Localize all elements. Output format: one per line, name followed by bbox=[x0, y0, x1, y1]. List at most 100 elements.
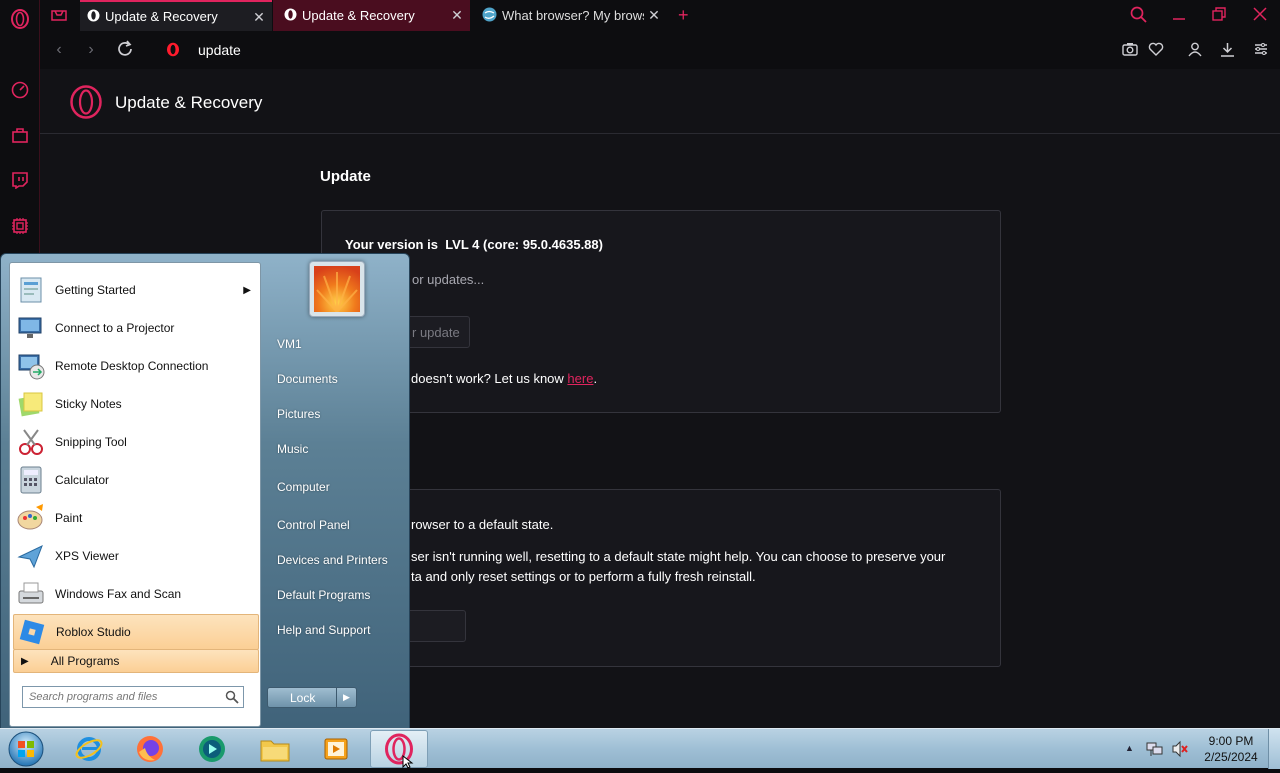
page-title: Update & Recovery bbox=[115, 93, 263, 112]
version-label: Your version is bbox=[345, 237, 438, 252]
close-window-icon[interactable] bbox=[1253, 7, 1267, 26]
new-tab-button[interactable]: + bbox=[678, 5, 689, 26]
program-label: XPS Viewer bbox=[55, 549, 119, 563]
opera-tab-icon bbox=[87, 9, 100, 25]
program-roblox-studio[interactable]: Roblox Studio bbox=[13, 614, 259, 650]
recovery-card: rowser to a default state. ser isn't run… bbox=[321, 489, 1001, 667]
feedback-prefix: doesn't work? Let us know bbox=[411, 371, 564, 386]
program-label: Remote Desktop Connection bbox=[55, 359, 209, 373]
taskbar-explorer[interactable] bbox=[246, 730, 304, 768]
program-sticky-notes[interactable]: Sticky Notes bbox=[13, 386, 259, 422]
start-link-help-support[interactable]: Help and Support bbox=[277, 623, 370, 637]
opera-address-icon bbox=[166, 42, 180, 62]
program-label: Getting Started bbox=[55, 283, 136, 297]
lock-label: Lock bbox=[290, 691, 316, 705]
taskbar-internet-explorer[interactable] bbox=[60, 730, 118, 768]
folder-icon bbox=[260, 740, 290, 762]
program-xps-viewer[interactable]: XPS Viewer bbox=[13, 538, 259, 574]
getting-started-icon bbox=[20, 277, 42, 303]
twitch-icon[interactable] bbox=[10, 170, 30, 190]
tab-close-icon[interactable]: ✕ bbox=[647, 8, 661, 22]
taskbar-media-app[interactable] bbox=[183, 730, 241, 768]
tab-workspaces-icon[interactable] bbox=[50, 7, 68, 23]
download-icon[interactable] bbox=[1220, 42, 1235, 62]
tab-what-browser[interactable]: What browser? My browser ✕ bbox=[472, 0, 667, 31]
hardware-limiter-icon[interactable] bbox=[10, 216, 30, 236]
address-input[interactable]: update bbox=[198, 42, 241, 58]
internet-explorer-icon bbox=[75, 737, 103, 761]
start-link-pictures[interactable]: Pictures bbox=[277, 407, 320, 421]
clock-date[interactable]: 2/25/2024 bbox=[1200, 750, 1262, 764]
start-link-devices-printers[interactable]: Devices and Printers bbox=[277, 553, 388, 567]
network-icon[interactable] bbox=[1146, 740, 1164, 763]
tab-search-icon[interactable] bbox=[1130, 6, 1148, 29]
store-icon[interactable] bbox=[10, 125, 30, 145]
minimize-icon[interactable] bbox=[1172, 6, 1186, 29]
program-paint[interactable]: Paint bbox=[13, 500, 259, 536]
search-placeholder: Search programs and files bbox=[29, 691, 158, 703]
program-calculator[interactable]: Calculator bbox=[13, 462, 259, 498]
heart-icon[interactable] bbox=[1148, 42, 1164, 61]
program-fax-scan[interactable]: Windows Fax and Scan bbox=[13, 576, 259, 612]
taskbar-media-player[interactable] bbox=[307, 730, 365, 768]
start-button[interactable] bbox=[6, 730, 46, 768]
account-icon[interactable] bbox=[1188, 42, 1202, 62]
speed-dial-icon[interactable] bbox=[10, 80, 30, 100]
tab-title: Update & Recovery bbox=[105, 9, 218, 24]
update-status: or updates... bbox=[412, 272, 485, 287]
media-player-icon bbox=[324, 738, 348, 760]
tab-update-recovery[interactable]: Update & Recovery ✕ bbox=[273, 0, 470, 31]
program-label: Snipping Tool bbox=[55, 435, 127, 449]
feedback-text: doesn't work? Let us know here. bbox=[411, 371, 597, 386]
start-link-user[interactable]: VM1 bbox=[277, 337, 302, 351]
shutdown-options-arrow-icon[interactable]: ▶ bbox=[336, 687, 357, 708]
tab-update-recovery-active[interactable]: Update & Recovery ✕ bbox=[80, 0, 272, 31]
volume-muted-icon[interactable] bbox=[1171, 740, 1189, 763]
firefox-icon bbox=[137, 736, 163, 762]
snapshot-icon[interactable] bbox=[1122, 42, 1138, 61]
start-search-input[interactable]: Search programs and files bbox=[22, 686, 244, 708]
sticky-notes-icon bbox=[18, 392, 43, 417]
tab-close-icon[interactable]: ✕ bbox=[252, 10, 266, 24]
user-picture[interactable] bbox=[309, 261, 365, 317]
show-hidden-icons[interactable]: ▲ bbox=[1125, 743, 1134, 753]
program-label: Roblox Studio bbox=[56, 625, 131, 639]
start-link-computer[interactable]: Computer bbox=[277, 480, 330, 494]
start-search-icon bbox=[225, 690, 239, 704]
start-link-music[interactable]: Music bbox=[277, 442, 308, 456]
restore-icon[interactable] bbox=[1212, 7, 1226, 26]
easy-setup-icon[interactable] bbox=[1254, 42, 1268, 61]
reload-icon[interactable] bbox=[116, 40, 134, 63]
program-label: Sticky Notes bbox=[55, 397, 122, 411]
taskbar-opera[interactable] bbox=[370, 730, 428, 768]
start-link-documents[interactable]: Documents bbox=[277, 372, 338, 386]
roblox-studio-icon bbox=[19, 619, 45, 645]
taskbar-firefox[interactable] bbox=[121, 730, 179, 768]
update-section-title: Update bbox=[320, 168, 371, 185]
lock-button[interactable]: Lock bbox=[267, 687, 337, 708]
feedback-link[interactable]: here bbox=[567, 371, 593, 386]
check-update-label: r update bbox=[412, 325, 460, 340]
clock-time[interactable]: 9:00 PM bbox=[1203, 734, 1259, 748]
tab-strip: Update & Recovery ✕ Update & Recovery ✕ … bbox=[40, 0, 1280, 31]
program-connect-projector[interactable]: Connect to a Projector bbox=[13, 310, 259, 346]
start-link-control-panel[interactable]: Control Panel bbox=[277, 518, 350, 532]
program-snipping-tool[interactable]: Snipping Tool bbox=[13, 424, 259, 460]
mouse-cursor-icon bbox=[402, 754, 414, 773]
program-remote-desktop[interactable]: Remote Desktop Connection bbox=[13, 348, 259, 384]
start-link-default-programs[interactable]: Default Programs bbox=[277, 588, 370, 602]
media-app-icon bbox=[199, 736, 225, 762]
tab-close-icon[interactable]: ✕ bbox=[450, 8, 464, 22]
back-icon[interactable]: ‹ bbox=[48, 39, 70, 61]
opera-tab-icon bbox=[284, 8, 297, 24]
submenu-arrow-icon: ▶ bbox=[243, 284, 251, 296]
flower-avatar-icon bbox=[314, 266, 360, 312]
all-programs-button[interactable]: ▶ All Programs bbox=[13, 649, 259, 673]
opera-menu-icon[interactable] bbox=[10, 9, 30, 29]
program-getting-started[interactable]: Getting Started ▶ bbox=[13, 272, 259, 308]
program-label: Connect to a Projector bbox=[55, 321, 175, 335]
feedback-suffix: . bbox=[593, 371, 598, 386]
program-label: Calculator bbox=[55, 473, 110, 487]
forward-icon[interactable]: › bbox=[80, 39, 102, 61]
show-desktop-button[interactable] bbox=[1268, 729, 1280, 769]
